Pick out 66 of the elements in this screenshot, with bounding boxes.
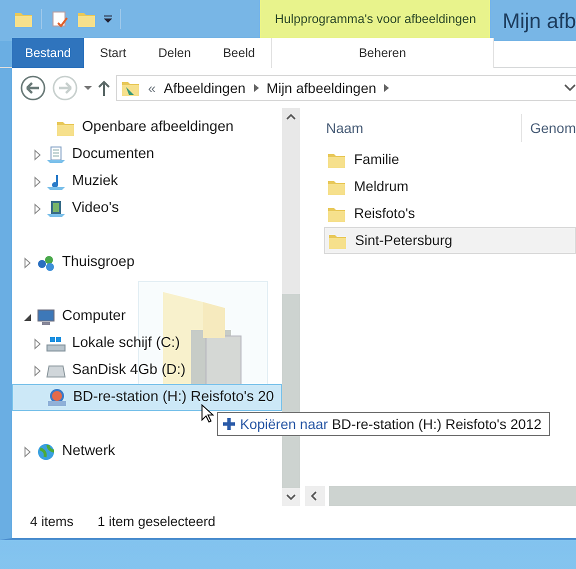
scroll-down-icon[interactable] <box>282 488 300 506</box>
back-icon[interactable] <box>20 75 46 101</box>
address-bar[interactable]: « Afbeeldingen Mijn afbeeldingen <box>116 75 576 101</box>
nav-item[interactable]: Computer <box>12 303 282 330</box>
properties-icon[interactable] <box>50 10 69 28</box>
documents-icon <box>46 146 66 164</box>
ribbon-tab[interactable]: Beheren <box>270 38 494 68</box>
ribbon-tab[interactable]: Bestand <box>12 38 84 68</box>
file-item[interactable]: Familie <box>324 146 576 173</box>
nav-item-label: SanDisk 4Gb (D:) <box>72 360 186 380</box>
nav-item-label: Computer <box>62 306 126 326</box>
nav-item[interactable]: Video's <box>12 195 282 222</box>
customize-dropdown-icon[interactable] <box>104 15 112 23</box>
nav-item[interactable]: SanDisk 4Gb (D:) <box>12 357 282 384</box>
computer-icon <box>36 308 56 326</box>
nav-item[interactable]: BD-re-station (H:) Reisfoto's 20 <box>12 384 282 411</box>
nav-item-label: Openbare afbeeldingen <box>82 118 234 137</box>
disc-drive-icon <box>47 388 67 406</box>
pictures-folder-icon <box>121 79 140 97</box>
nav-item[interactable]: Thuisgroep <box>12 249 282 276</box>
nav-item-label: Thuisgroep <box>62 252 135 272</box>
scroll-left-icon[interactable] <box>305 486 325 506</box>
file-name: Reisfoto's <box>354 204 416 223</box>
mouse-pointer-icon <box>201 404 214 424</box>
window-title: Mijn afb <box>501 9 576 35</box>
column-header[interactable]: Genom <box>522 118 576 138</box>
ribbon-tab[interactable]: Beeld <box>206 38 271 68</box>
recent-dropdown-icon[interactable] <box>84 86 92 90</box>
ribbon-tab[interactable]: Start <box>84 38 142 68</box>
nav-item-label: Video's <box>72 198 119 218</box>
nav-item[interactable]: Openbare afbeeldingen <box>12 114 282 141</box>
file-name: Meldrum <box>354 177 408 196</box>
drive-icon <box>46 334 66 352</box>
nav-item-label: Muziek <box>72 172 118 191</box>
nav-item-label: Documenten <box>72 144 154 164</box>
chevron-right-icon[interactable] <box>384 84 390 92</box>
breadcrumb[interactable]: Mijn afbeeldingen <box>266 78 376 98</box>
ribbon-tab[interactable]: Delen <box>142 38 207 68</box>
nav-item-label: BD-re-station (H:) Reisfoto's 20 <box>73 388 274 407</box>
globe-icon <box>36 442 56 460</box>
nav-item[interactable]: Muziek <box>12 168 282 195</box>
breadcrumb-overflow[interactable]: « <box>148 78 156 98</box>
file-item[interactable]: Meldrum <box>324 173 576 200</box>
nav-item-label: Lokale schijf (C:) <box>72 334 180 353</box>
breadcrumb[interactable]: Afbeeldingen <box>164 78 246 98</box>
nav-item-label: Netwerk <box>62 442 116 461</box>
plus-icon <box>222 417 236 431</box>
homegroup-icon <box>36 254 56 272</box>
status-item-count: 4 items <box>30 512 74 531</box>
chevron-right-icon[interactable] <box>254 84 259 92</box>
status-selection: 1 item geselecteerd <box>98 512 216 531</box>
file-item[interactable]: Sint-Petersburg <box>324 227 576 254</box>
scrollbar-thumb[interactable] <box>329 486 576 506</box>
chevron-down-icon[interactable] <box>564 84 576 92</box>
file-item[interactable]: Reisfoto's <box>324 200 576 227</box>
contextual-tab-group: Hulpprogramma's voor afbeeldingen <box>260 0 490 38</box>
file-name: Familie <box>354 150 400 169</box>
nav-item[interactable]: Netwerk <box>12 438 282 465</box>
music-note-icon <box>46 172 66 190</box>
tooltip-text: Kopiëren naar BD-re-station (H:) Reisfoto's 2012 <box>240 414 542 434</box>
film-icon <box>46 200 66 218</box>
nav-item[interactable]: Documenten <box>12 141 282 168</box>
up-arrow-icon[interactable] <box>98 80 110 96</box>
file-name: Sint-Petersburg <box>355 231 452 250</box>
nav-item[interactable]: Lokale schijf (C:) <box>12 330 282 357</box>
column-header[interactable]: Naam <box>300 114 522 142</box>
